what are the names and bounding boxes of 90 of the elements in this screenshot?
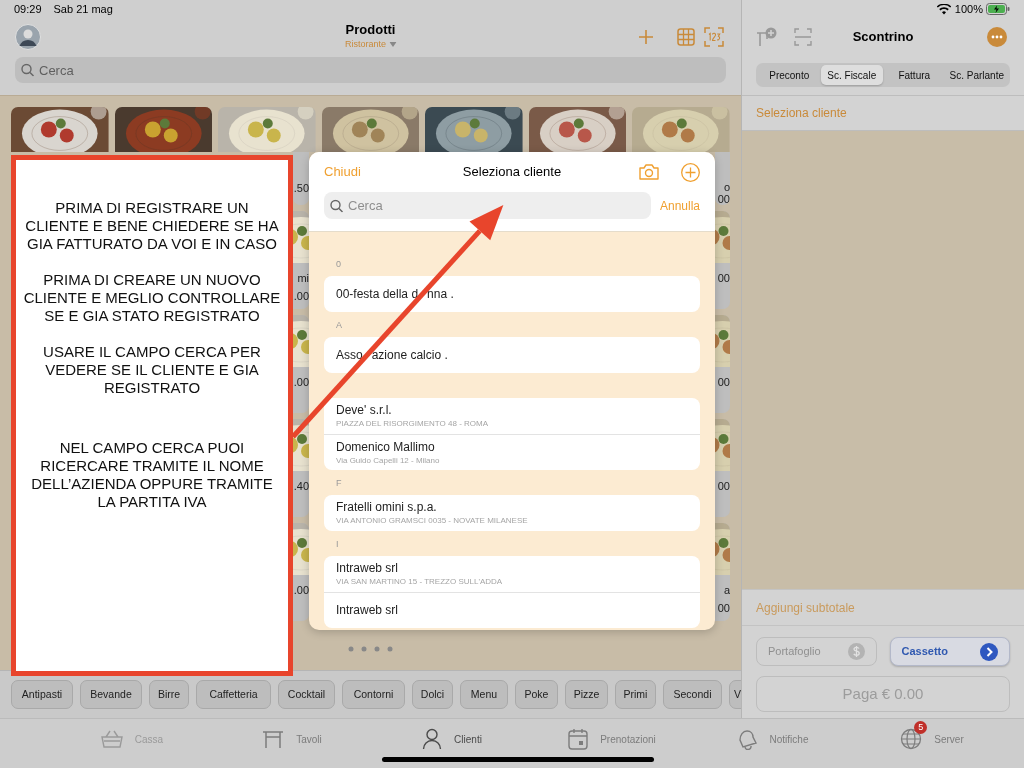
product-card[interactable]: .40 <box>293 419 309 517</box>
client-row[interactable]: Fratelli omini s.p.a. VIA ANTONIO GRAMSCI 0035 - NOVATE MILANESE <box>324 495 700 531</box>
segment-tab[interactable]: Sc. Fiscale <box>820 65 883 85</box>
product-price: 00 <box>717 375 730 389</box>
note-paragraph: PRIMA DI CREARE UN NUOVO CLIENTE E MEGLIO CONTROLLARE SE E GIA STATO REGISTRATO <box>23 271 281 325</box>
product-card[interactable]: a 00 <box>715 523 730 621</box>
product-card[interactable]: .50 <box>293 152 309 205</box>
client-row[interactable]: Deve' s.r.l. PIAZZA DEL RISORGIMENTO 48 - ROMA <box>324 398 700 434</box>
category-button[interactable]: Pizze <box>565 680 608 709</box>
product-price: .00 <box>293 375 309 389</box>
client-row[interactable]: Domenico Mallimo Via Guido Capelli 12 - Milano <box>324 434 700 470</box>
notification-badge: 5 <box>914 721 928 734</box>
battery-percent: 100% <box>954 1 983 17</box>
section-header: A <box>336 320 342 330</box>
note-paragraph: USARE IL CAMPO CERCA PER VEDERE SE IL CLIENTE E GIA REGISTRATO <box>42 343 262 397</box>
product-price: .00 <box>293 289 309 303</box>
product-name: a <box>723 583 730 597</box>
product-card[interactable]: 00 <box>715 419 730 517</box>
page-indicator-icon[interactable] <box>348 646 394 652</box>
client-row[interactable]: Intraweb srl VIA SAN MARTINO 15 - TREZZO SULL'ADDA <box>324 556 700 592</box>
battery-charging-icon <box>986 3 1010 15</box>
product-card[interactable]: mi .00 <box>293 211 309 309</box>
search-field[interactable]: Cerca <box>15 57 726 83</box>
camera-icon[interactable] <box>639 164 659 180</box>
category-button[interactable]: Menu <box>460 680 508 709</box>
person-icon <box>422 728 443 750</box>
status-date: Sab 21 mag <box>53 1 113 17</box>
note-paragraph: NEL CAMPO CERCA PUOI RICERCARE TRAMITE IL NOME DELL’AZIENDA OPPURE TRAMITE LA PARTITA IVA <box>30 439 274 511</box>
product-card[interactable]: o 00 <box>715 152 730 205</box>
basket-icon <box>100 729 123 749</box>
section-header: I <box>336 539 339 549</box>
product-price: 00 <box>717 479 730 493</box>
home-indicator[interactable] <box>382 757 654 762</box>
tab-bar-item[interactable]: Clienti <box>372 722 532 756</box>
product-price: .40 <box>293 479 309 493</box>
category-button[interactable]: Secondi <box>663 680 722 709</box>
search-icon <box>330 199 343 212</box>
table-icon <box>262 729 285 749</box>
add-circle-icon[interactable] <box>681 162 700 182</box>
section-header: 0 <box>336 259 341 269</box>
page-title: Prodotti <box>345 22 396 38</box>
category-button[interactable]: Poke <box>515 680 558 709</box>
more-icon[interactable] <box>987 27 1007 47</box>
product-card[interactable]: .00 <box>293 315 309 413</box>
category-button[interactable]: Contorni <box>342 680 405 709</box>
grid-icon[interactable] <box>677 28 695 46</box>
tab-bar-item[interactable]: 5 Server <box>852 722 1012 756</box>
dialog-title: Seleziona cliente <box>462 163 562 182</box>
scan-icon[interactable] <box>794 28 812 46</box>
category-button[interactable]: Bevande <box>80 680 142 709</box>
drawer-button[interactable]: Cassetto <box>889 637 1010 666</box>
product-name: mi <box>297 271 309 285</box>
panel-title: Scontrino <box>852 28 914 47</box>
product-price: .00 <box>293 583 309 597</box>
category-button[interactable]: Primi <box>615 680 656 709</box>
numeric-keypad-icon[interactable] <box>704 27 724 47</box>
client-row[interactable]: Asso azione calcio . <box>324 337 700 373</box>
add-icon[interactable] <box>639 30 653 44</box>
product-card[interactable]: .00 <box>293 523 309 621</box>
category-button[interactable]: V <box>729 680 741 709</box>
calendar-icon <box>568 728 589 750</box>
client-row[interactable]: Intraweb srl <box>324 592 700 628</box>
category-button[interactable]: Caffetteria <box>196 680 271 709</box>
category-button[interactable]: Birre <box>149 680 189 709</box>
note-paragraph: PRIMA DI REGISTRARE UN CLIENTE E BENE CHIEDERE SE HA GIA FATTURATO DA VOI E IN CASO <box>24 199 280 253</box>
avatar-icon[interactable] <box>15 24 41 50</box>
chevron-right-icon <box>980 642 998 661</box>
product-price: 00 <box>717 271 730 285</box>
product-card[interactable]: 00 <box>715 211 730 309</box>
product-card[interactable]: 00 <box>715 315 730 413</box>
add-table-icon[interactable] <box>756 27 778 47</box>
caret-icon <box>389 41 396 47</box>
wifi-icon <box>936 3 951 15</box>
search-icon <box>21 63 34 77</box>
segment-tab[interactable]: Sc. Parlante <box>945 65 1008 85</box>
globe-icon <box>900 728 923 750</box>
status-time: 09:29 <box>14 1 42 17</box>
category-button[interactable]: Antipasti <box>11 680 73 709</box>
product-name: o <box>723 182 730 193</box>
product-price: .50 <box>293 182 309 194</box>
category-button[interactable]: Cocktail <box>278 680 335 709</box>
section-header: F <box>336 478 342 488</box>
segment-tab[interactable]: Fattura <box>883 65 946 85</box>
search-field[interactable]: Cerca <box>324 192 651 219</box>
client-row[interactable]: 00-festa della d nna . <box>324 276 700 312</box>
product-price: 00 <box>717 193 730 205</box>
product-price: 00 <box>717 601 730 615</box>
dollar-icon <box>847 643 865 660</box>
category-button[interactable]: Dolci <box>412 680 453 709</box>
segment-tab[interactable]: Preconto <box>758 65 821 85</box>
